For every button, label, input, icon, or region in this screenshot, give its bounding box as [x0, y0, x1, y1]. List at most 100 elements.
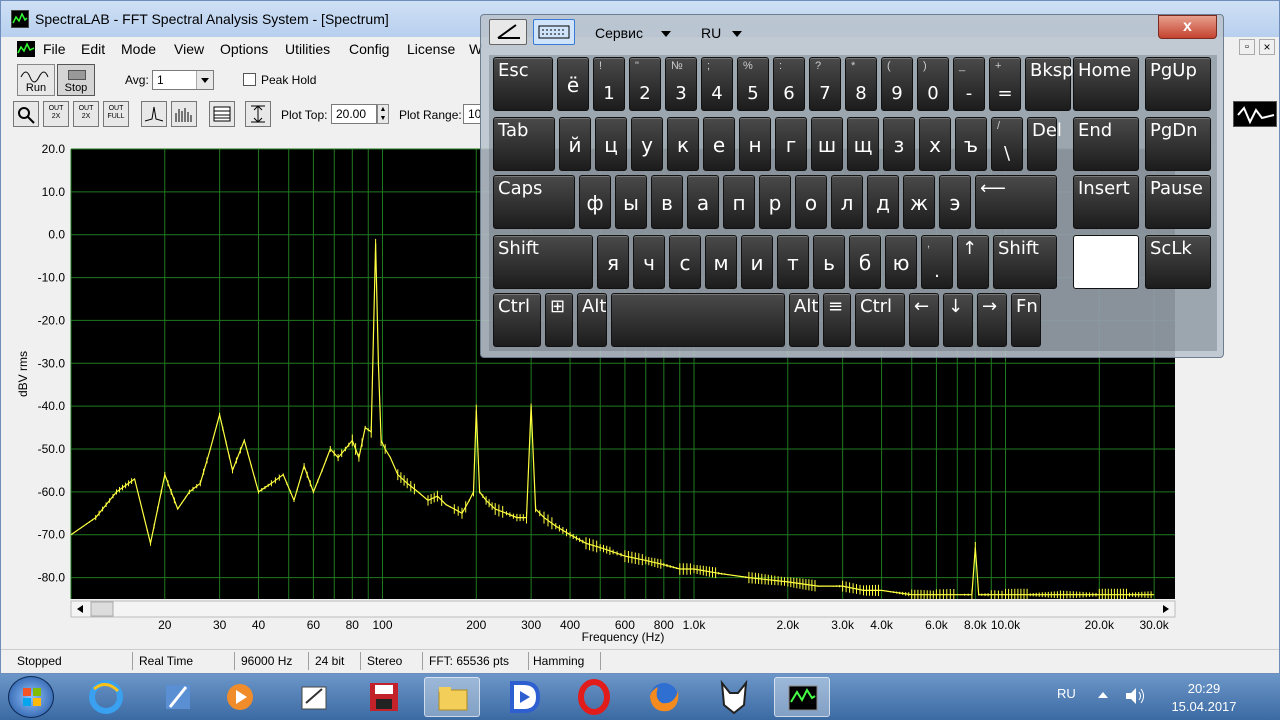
key-0[interactable]: ) 0 [917, 57, 949, 111]
key-Bksp[interactable]: Bksp [1025, 57, 1074, 111]
peak-icon[interactable] [141, 101, 167, 127]
key-м[interactable]: м [705, 235, 737, 289]
save-icon[interactable] [356, 677, 412, 717]
key-з[interactable]: з [883, 117, 915, 171]
key-Shift[interactable]: Shift [993, 235, 1057, 289]
tray-language[interactable]: RU [1057, 686, 1076, 701]
key-р[interactable]: р [759, 175, 791, 229]
run-button[interactable]: Run [17, 64, 55, 96]
service-menu[interactable]: Сервис [595, 25, 643, 41]
media-player-icon[interactable] [212, 677, 268, 717]
range-icon[interactable] [245, 101, 271, 127]
key-т[interactable]: т [777, 235, 809, 289]
scrollbar-thumb[interactable] [90, 601, 114, 617]
key-л[interactable]: л [831, 175, 863, 229]
key-↑[interactable]: ↑ [957, 235, 989, 289]
key-х[interactable]: х [919, 117, 951, 171]
keyboard-icon[interactable] [533, 19, 575, 45]
zoom-out-2x-icon[interactable]: OUT 2X [73, 101, 99, 127]
opera-icon[interactable] [566, 677, 622, 717]
paint-icon[interactable] [150, 677, 206, 717]
firefox-icon[interactable] [636, 677, 692, 717]
key-ъ[interactable]: ъ [955, 117, 987, 171]
zoom-in-2x-icon[interactable]: OUT 2X [43, 101, 69, 127]
key-б[interactable]: б [849, 235, 881, 289]
peak-hold-checkbox[interactable] [243, 73, 256, 86]
key-←[interactable]: ← [909, 293, 939, 347]
key-и[interactable]: и [741, 235, 773, 289]
stop-button[interactable]: Stop [57, 64, 95, 96]
key-.[interactable]: ,. [921, 235, 953, 289]
key-8[interactable]: * 8 [845, 57, 877, 111]
key-4[interactable]: ; 4 [701, 57, 733, 111]
key-г[interactable]: г [775, 117, 807, 171]
key-Esc[interactable]: Esc [493, 57, 553, 111]
key-ю[interactable]: ю [885, 235, 917, 289]
key-Home[interactable]: Home [1073, 57, 1139, 111]
key-д[interactable]: д [867, 175, 899, 229]
notepad-icon[interactable] [286, 677, 342, 717]
key-=[interactable]: + = [989, 57, 1021, 111]
restore-icon[interactable]: ▫ [1239, 39, 1255, 55]
key-PgUp[interactable]: PgUp [1145, 57, 1211, 111]
key-2[interactable]: " 2 [629, 57, 661, 111]
key-⟵[interactable]: ⟵ [975, 175, 1057, 229]
key-н[interactable]: н [739, 117, 771, 171]
key-Alt[interactable]: Alt [577, 293, 607, 347]
key-Insert[interactable]: Insert [1073, 175, 1139, 229]
menu-config[interactable]: Config [349, 41, 389, 57]
key-в[interactable]: в [651, 175, 683, 229]
key-у[interactable]: у [631, 117, 663, 171]
key-ш[interactable]: ш [811, 117, 843, 171]
key-Tab[interactable]: Tab [493, 117, 555, 171]
plot-top-spinner[interactable]: ▲ ▼ [377, 104, 389, 124]
key-Pause[interactable]: Pause [1145, 175, 1211, 229]
key--[interactable]: _ - [953, 57, 985, 111]
key-Shift[interactable]: Shift [493, 235, 593, 289]
plot-top-input[interactable]: 20.00 [331, 104, 377, 124]
foobar-icon[interactable] [706, 677, 762, 717]
key-→[interactable]: → [977, 293, 1007, 347]
key-9[interactable]: (9 [881, 57, 913, 111]
key-ы[interactable]: ы [615, 175, 647, 229]
key-Fn[interactable]: Fn [1011, 293, 1041, 347]
key-Caps[interactable]: Caps [493, 175, 575, 229]
zoom-icon[interactable] [13, 101, 39, 127]
key-я[interactable]: я [597, 235, 629, 289]
key-е[interactable]: е [703, 117, 735, 171]
key-п[interactable]: п [723, 175, 755, 229]
key-э[interactable]: э [939, 175, 971, 229]
d-app-icon[interactable] [496, 677, 552, 717]
key-ь[interactable]: ь [813, 235, 845, 289]
explorer-icon[interactable] [424, 677, 480, 717]
document-icon[interactable] [17, 41, 35, 57]
table-icon[interactable] [209, 101, 235, 127]
scope-icon[interactable] [1233, 101, 1277, 127]
menu-mode[interactable]: Mode [121, 41, 156, 57]
key-ScLk[interactable]: ScLk [1145, 235, 1211, 289]
key-⊞[interactable]: ⊞ [545, 293, 573, 347]
key-Alt[interactable]: Alt [789, 293, 819, 347]
clock[interactable]: 20:29 15.04.2017 [1166, 680, 1242, 716]
close-icon[interactable]: × [1259, 39, 1275, 55]
show-hidden-icons-icon[interactable] [1098, 692, 1108, 698]
menu-view[interactable]: View [174, 41, 204, 57]
key-Ctrl[interactable]: Ctrl [493, 293, 541, 347]
menu-license[interactable]: License [407, 41, 455, 57]
keyboard-close-button[interactable]: x [1158, 15, 1217, 39]
language-menu[interactable]: RU [701, 25, 721, 41]
menu-utilities[interactable]: Utilities [285, 41, 330, 57]
key-ч[interactable]: ч [633, 235, 665, 289]
key-к[interactable]: к [667, 117, 699, 171]
key-о[interactable]: о [795, 175, 827, 229]
menu-file[interactable]: File [43, 41, 66, 57]
avg-select[interactable]: 1 [152, 70, 214, 90]
key-↓[interactable]: ↓ [943, 293, 973, 347]
pen-icon[interactable] [489, 19, 527, 45]
key-7[interactable]: ? 7 [809, 57, 841, 111]
ie-icon[interactable] [78, 677, 134, 717]
bars-icon[interactable] [171, 101, 197, 127]
menu-options[interactable]: Options [220, 41, 268, 57]
key-с[interactable]: с [669, 235, 701, 289]
key-≡[interactable]: ≡ [823, 293, 851, 347]
